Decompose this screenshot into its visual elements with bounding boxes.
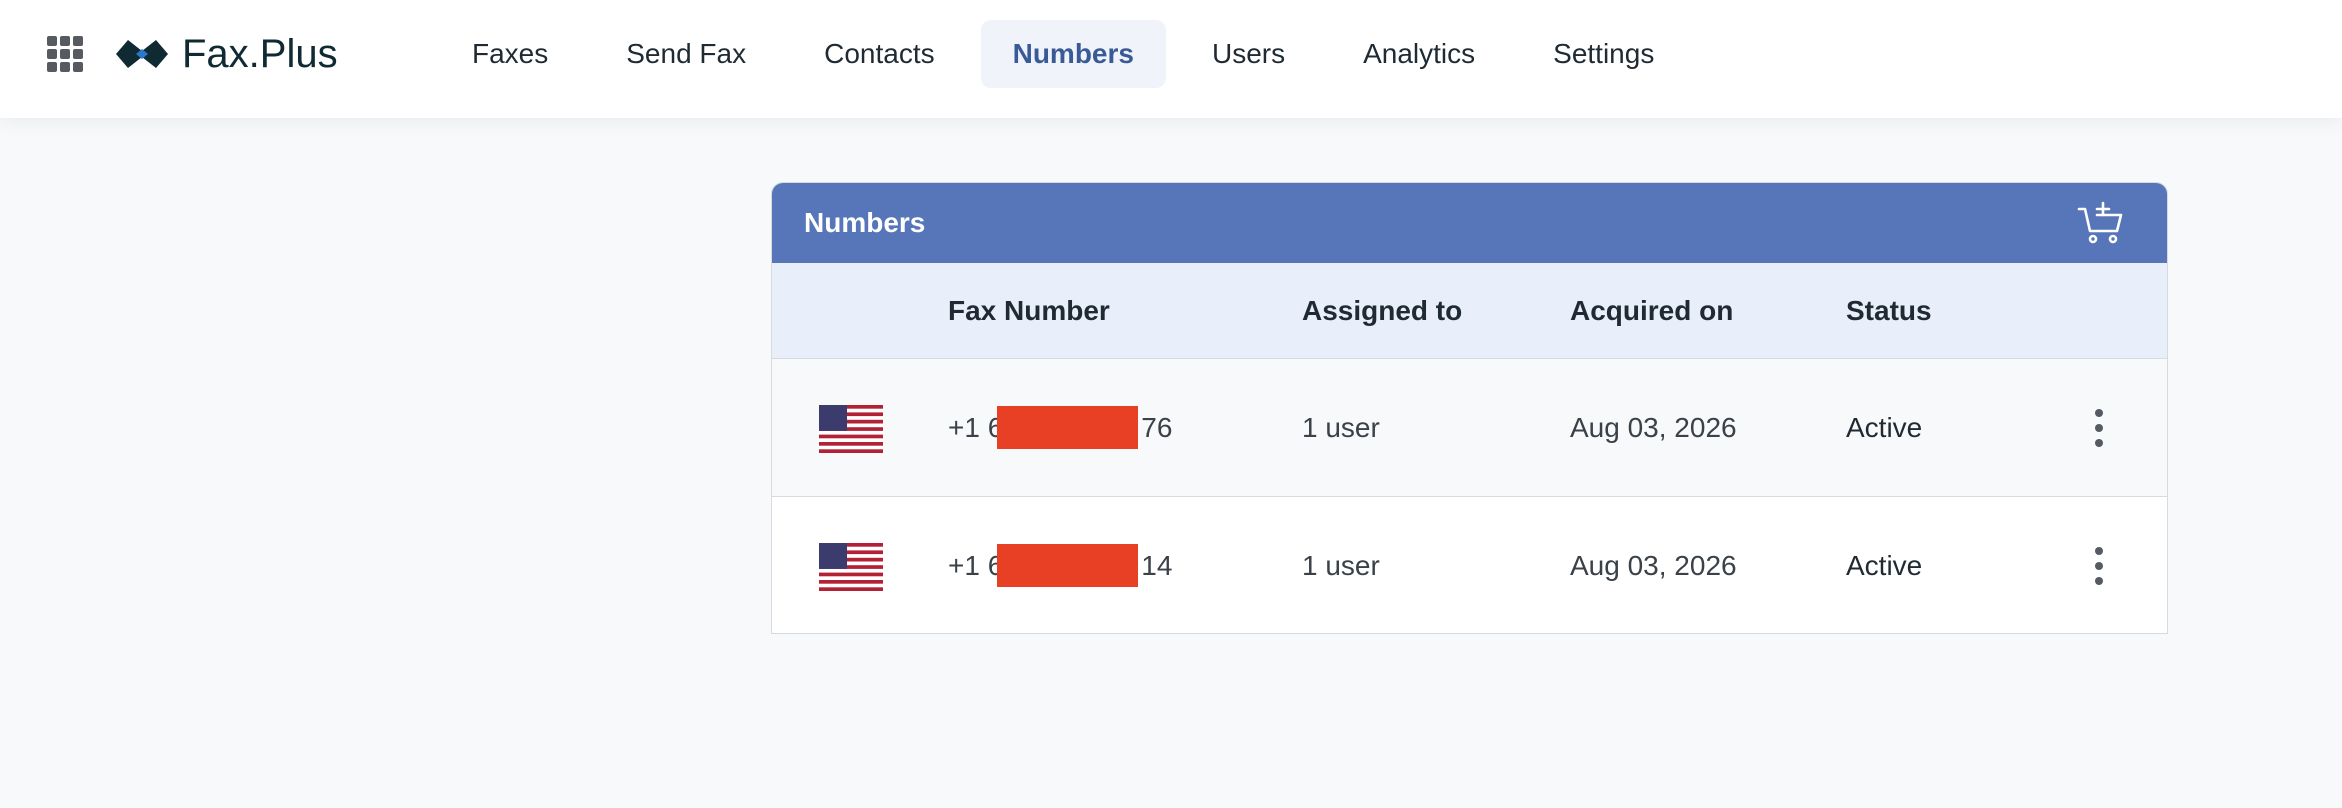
fax-number-suffix: 14 (1141, 550, 1173, 581)
fax-number-cell: +1 6 14 (948, 497, 1188, 633)
fax-number-cell: +1 6 76 (948, 359, 1188, 497)
nav-item-users[interactable]: Users (1180, 20, 1317, 88)
numbers-card-header: Numbers (772, 183, 2167, 263)
row-more-options-button[interactable] (2084, 409, 2114, 447)
logo-text: Fax.Plus (182, 31, 338, 76)
table-header: Fax Number Assigned to Acquired on Statu… (772, 263, 2167, 359)
nav-item-contacts[interactable]: Contacts (792, 20, 967, 88)
redaction-block (997, 406, 1138, 449)
row-more-options-button[interactable] (2084, 547, 2114, 585)
redaction-block (997, 544, 1138, 587)
nav-item-numbers[interactable]: Numbers (980, 20, 1166, 88)
acquired-on-cell: Aug 03, 2026 (1570, 550, 1737, 581)
nav-item-settings[interactable]: Settings (1521, 20, 1686, 88)
cart-plus-icon (2077, 201, 2123, 244)
nav-item-faxes[interactable]: Faxes (440, 20, 580, 88)
main-nav: Faxes Send Fax Contacts Numbers Users An… (440, 20, 1700, 88)
assigned-to-cell: 1 user (1302, 412, 1380, 443)
fax-number-prefix: +1 6 (948, 412, 1004, 443)
top-navigation-bar: Fax.Plus Faxes Send Fax Contacts Numbers… (0, 0, 2342, 118)
logo-mark-icon (116, 40, 168, 68)
acquired-on-cell: Aug 03, 2026 (1570, 412, 1737, 443)
column-header-status[interactable]: Status (1846, 263, 1932, 359)
apps-grid-icon[interactable] (47, 36, 83, 72)
fax-number-suffix: 76 (1141, 412, 1173, 443)
column-header-fax-number[interactable]: Fax Number (948, 263, 1110, 359)
more-vertical-icon (2095, 409, 2103, 417)
status-cell: Active (1846, 550, 1923, 581)
more-vertical-icon (2095, 547, 2103, 555)
assigned-to-cell: 1 user (1302, 550, 1380, 581)
table-row[interactable]: +1 6 14 1 user Aug 03, 2026 Active (772, 497, 2167, 633)
us-flag-icon (819, 405, 883, 453)
column-header-acquired-on[interactable]: Acquired on (1570, 263, 1733, 359)
fax-number-prefix: +1 6 (948, 550, 1004, 581)
nav-item-analytics[interactable]: Analytics (1331, 20, 1507, 88)
table-row[interactable]: +1 6 76 1 user Aug 03, 2026 Active (772, 359, 2167, 497)
card-title: Numbers (804, 207, 926, 238)
column-header-assigned-to[interactable]: Assigned to (1302, 263, 1462, 359)
status-cell: Active (1846, 412, 1923, 443)
us-flag-icon (819, 543, 883, 591)
faxplus-logo[interactable]: Fax.Plus (114, 28, 338, 80)
numbers-card: Numbers Fax Number Assigned to Acquired … (771, 182, 2168, 634)
nav-item-send-fax[interactable]: Send Fax (594, 20, 778, 88)
buy-number-button[interactable] (2075, 197, 2127, 249)
